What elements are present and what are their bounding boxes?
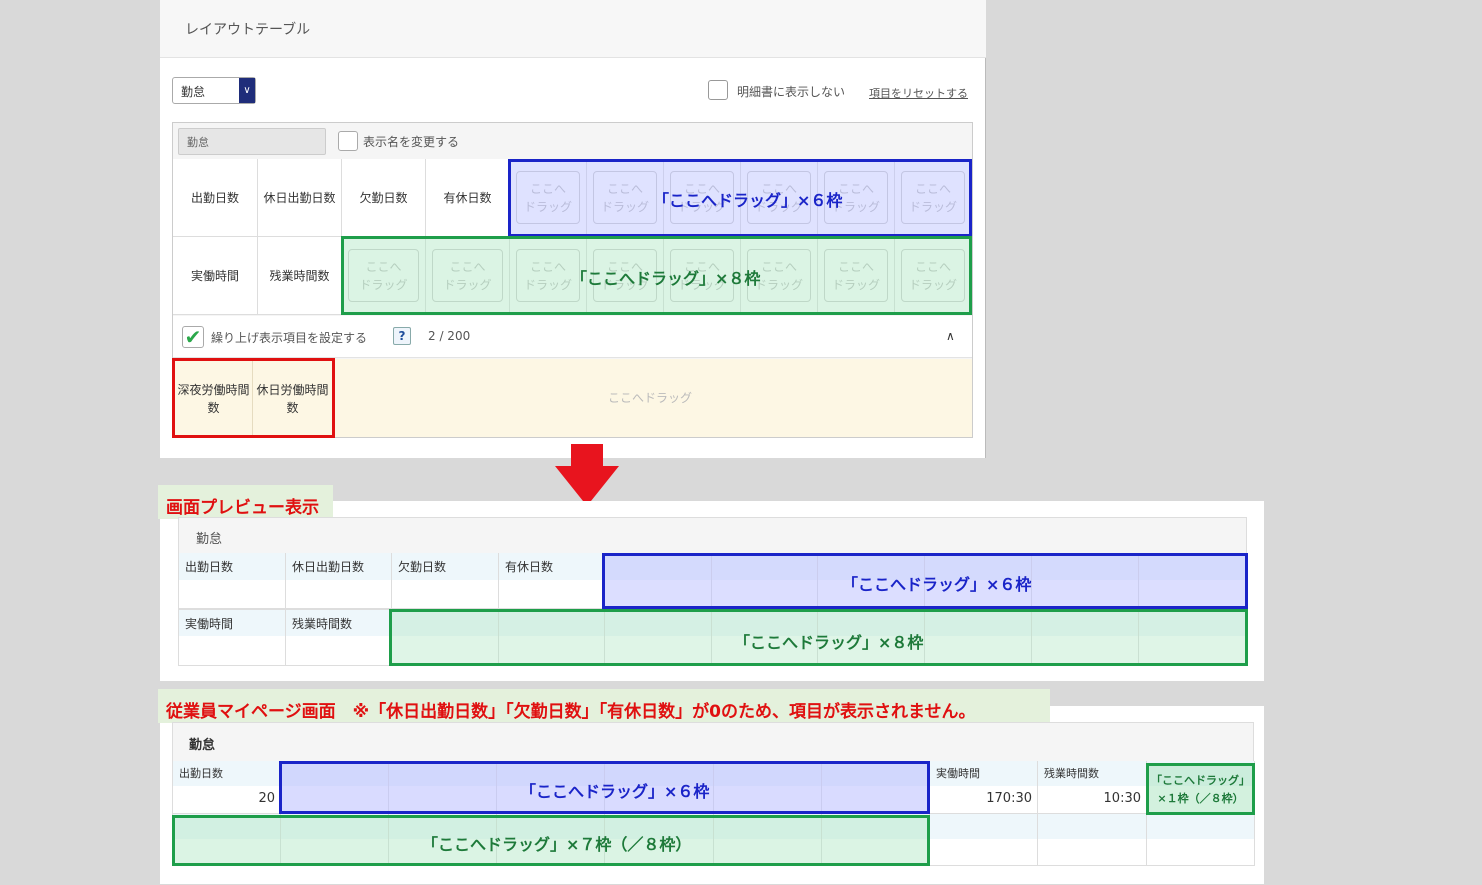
category-select[interactable]: 勤怠 ∨ [172, 77, 256, 104]
employee-section-header: 勤怠 [172, 722, 1254, 762]
category-select-value: 勤怠 [181, 85, 206, 99]
annotation-blue-label: 「ここへドラッグ」×６枠 [520, 782, 710, 801]
employee-value-cell: 10:30 [1037, 786, 1147, 814]
employee-value-cell: 170:30 [929, 786, 1038, 814]
grid-item-actual-work-hours[interactable]: 実働時間 [173, 237, 258, 315]
grid-item-label: 残業時間数 [269, 268, 330, 283]
grid-item-attendance-days[interactable]: 出勤日数 [173, 159, 258, 237]
editor-header: レイアウトテーブル [160, 0, 986, 58]
help-icon[interactable]: ? [393, 327, 411, 345]
preview-header-cell: 休日出勤日数 [285, 553, 392, 581]
employee-header-cell: 出勤日数 [172, 761, 281, 787]
round-up-checkbox[interactable]: ✔ [182, 326, 204, 348]
preview-section-title: 勤怠 [196, 532, 223, 547]
grid-item-label: 欠勤日数 [359, 190, 408, 205]
round-up-label: 繰り上げ表示項目を設定する [211, 331, 368, 345]
preview-header-label: 有休日数 [505, 560, 554, 574]
grid-item-label: 実働時間 [190, 268, 239, 283]
rename-checkbox[interactable] [338, 131, 358, 151]
round-up-drop-text: ここへドラッグ [608, 391, 693, 405]
preview-header-cell: 欠勤日数 [391, 553, 499, 581]
hide-on-statement-checkbox[interactable] [708, 80, 728, 100]
editor-title: レイアウトテーブル [185, 22, 311, 38]
annotation-green-label: 「ここへドラッグ」×８枠 [734, 633, 924, 652]
grid-item-label: 有休日数 [443, 190, 492, 205]
preview-header-cell: 出勤日数 [178, 553, 286, 581]
preview-header-label: 実働時間 [185, 617, 234, 631]
down-arrow-icon [555, 444, 619, 506]
employee-header-cell [1037, 814, 1147, 840]
rename-checkbox-label: 表示名を変更する [363, 135, 460, 149]
employee-value-cell [1037, 839, 1147, 866]
preview-header-cell: 残業時間数 [285, 609, 392, 637]
annotation-green-label: 「ここへドラッグ」×７枠（／８枠） [422, 835, 692, 854]
preview-header-cell: 有休日数 [498, 553, 605, 581]
display-name-field[interactable]: 勤怠 [178, 128, 326, 155]
preview-section-header: 勤怠 [178, 517, 1247, 554]
preview-value-cell [285, 580, 392, 609]
preview-value-cell [498, 580, 605, 609]
employee-header-cell: 実働時間 [929, 761, 1038, 787]
chevron-down-icon[interactable]: ∨ [239, 78, 255, 103]
employee-value-cell: 20 [172, 786, 281, 814]
employee-label-box: 従業員マイページ画面 ※「休日出勤日数」「欠勤日数」「有休日数」が0のため、項目… [158, 689, 1050, 723]
preview-header-cell: 実働時間 [178, 609, 286, 637]
annotation-blue-label: 「ここへドラッグ」×６枠 [653, 191, 843, 210]
preview-value-cell [178, 580, 286, 609]
employee-header-label: 出勤日数 [179, 767, 223, 780]
employee-value: 10:30 [1103, 791, 1141, 806]
annotation-blue-label: 「ここへドラッグ」×６枠 [842, 575, 1032, 594]
employee-value: 170:30 [986, 791, 1032, 806]
grid-item-overtime-hours[interactable]: 残業時間数 [258, 237, 342, 315]
employee-value: 20 [258, 791, 275, 806]
grid-item-absence-days[interactable]: 欠勤日数 [342, 159, 426, 237]
reset-items-link[interactable]: 項目をリセットする [869, 85, 968, 101]
employee-header-label: 残業時間数 [1044, 767, 1099, 780]
grid-item-label: 休日出勤日数 [263, 190, 336, 205]
grid-item-holiday-work-days[interactable]: 休日出勤日数 [258, 159, 342, 237]
preview-value-cell [178, 636, 286, 666]
preview-header-label: 残業時間数 [292, 617, 353, 631]
annotation-red-frame [172, 358, 335, 438]
preview-header-label: 休日出勤日数 [292, 560, 365, 574]
round-up-count: 2 / 200 [428, 329, 471, 343]
preview-label: 画面プレビュー表示 [166, 498, 319, 518]
preview-header-label: 欠勤日数 [398, 560, 447, 574]
employee-section-title: 勤怠 [189, 738, 216, 753]
employee-value-cell [1146, 839, 1255, 866]
employee-label: 従業員マイページ画面 ※「休日出勤日数」「欠勤日数」「有休日数」が0のため、項目… [166, 702, 976, 722]
preview-label-box: 画面プレビュー表示 [158, 485, 333, 519]
annotation-green-label-small: 「ここへドラッグ」×１枠（／８枠） [1151, 774, 1250, 805]
grid-item-label: 出勤日数 [190, 190, 239, 205]
hide-on-statement-label: 明細書に表示しない [737, 85, 846, 99]
employee-header-cell [1146, 814, 1255, 840]
employee-header-cell: 残業時間数 [1037, 761, 1147, 787]
annotation-green-label: 「ここへドラッグ」×８枠 [571, 269, 761, 288]
preview-header-label: 出勤日数 [185, 560, 234, 574]
employee-header-cell [929, 814, 1038, 840]
chevron-up-icon[interactable]: ∧ [946, 329, 955, 343]
employee-value-cell [929, 839, 1038, 866]
grid-item-paid-leave-days[interactable]: 有休日数 [426, 159, 510, 237]
display-name-value: 勤怠 [187, 136, 209, 149]
preview-value-cell [391, 580, 499, 609]
preview-value-cell [285, 636, 392, 666]
employee-header-label: 実働時間 [936, 767, 980, 780]
